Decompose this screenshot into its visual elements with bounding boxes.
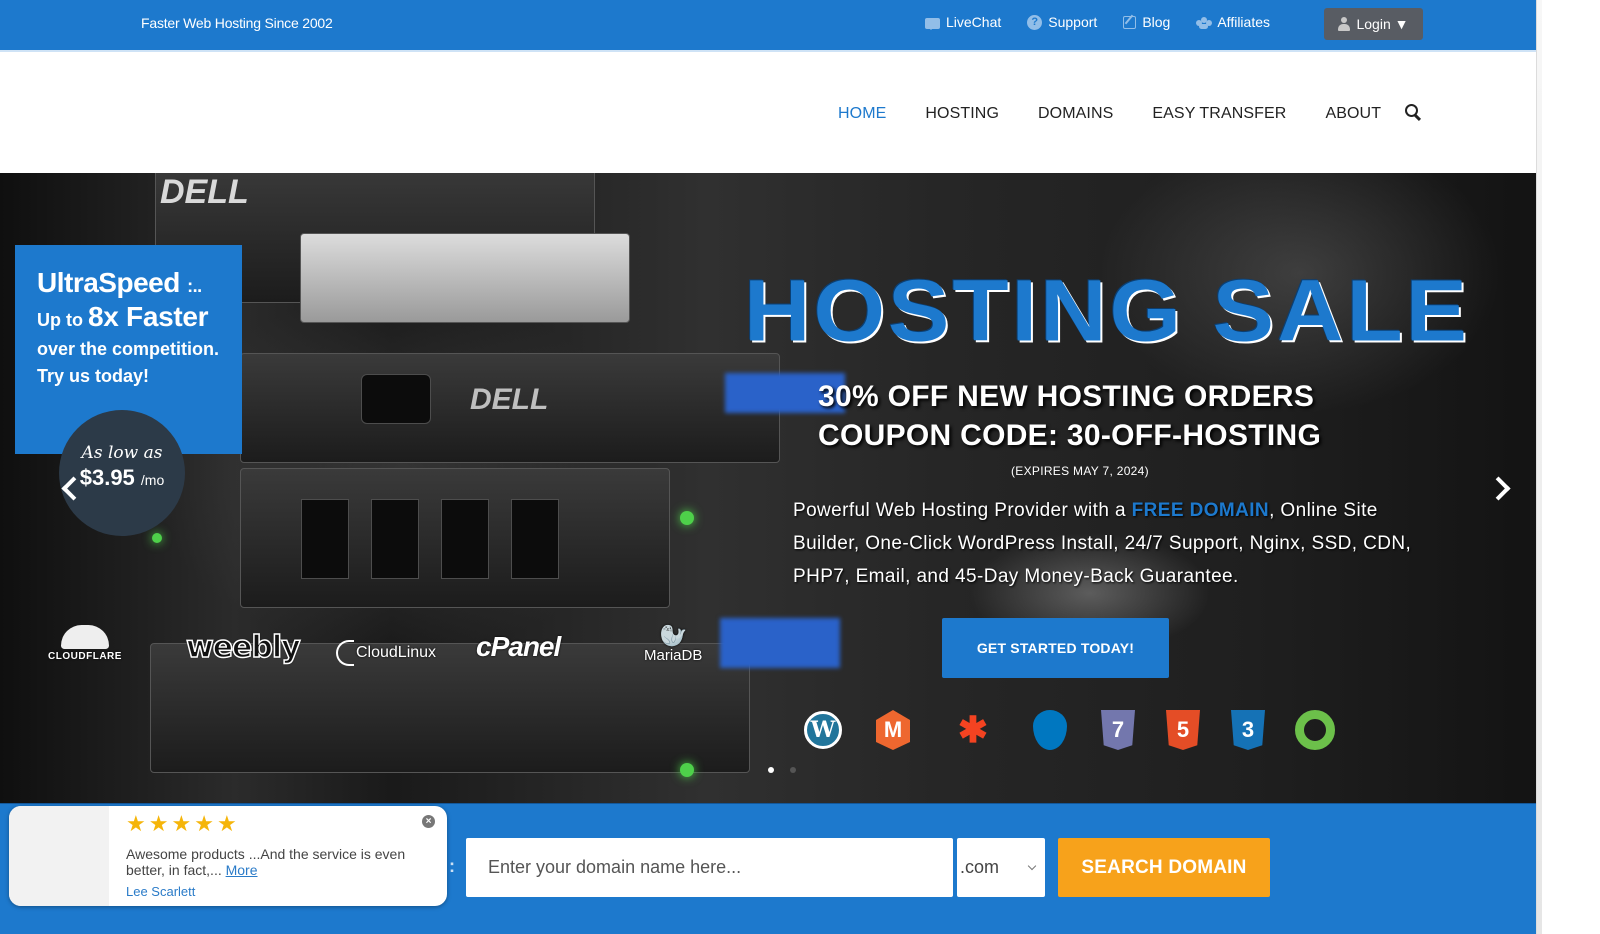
mariadb-logo: 🦭 MariaDB	[644, 623, 703, 665]
wordpress-icon: W	[804, 711, 842, 749]
promo-title-suffix: :..	[187, 276, 202, 296]
reviewer-thumbnail	[9, 806, 109, 906]
subhead-line1: 30% OFF NEW HOSTING ORDERS	[818, 380, 1315, 413]
review-body: Awesome products ...And the service is e…	[126, 846, 406, 878]
login-label: Login ▼	[1356, 16, 1409, 32]
cpanel-logo: cPanel	[476, 631, 561, 662]
review-more-link[interactable]: More	[226, 862, 258, 878]
login-button[interactable]: Login ▼	[1324, 8, 1423, 40]
joomla-icon: ✱	[957, 709, 989, 750]
chat-icon	[925, 17, 940, 30]
weebly-logo: weebly	[185, 629, 301, 666]
page-scrollbar[interactable]	[1536, 0, 1568, 934]
tech-icons: W M ✱ 💧 7 5 3 ◔	[803, 708, 1343, 756]
tld-selected-value: .com	[960, 857, 1000, 877]
slider-dot-2[interactable]	[790, 767, 796, 773]
expires-note: (EXPIRES MAY 7, 2024)	[1011, 464, 1149, 478]
hero-headline: HOSTING SALE	[744, 262, 1471, 360]
close-icon[interactable]: ×	[422, 815, 435, 828]
php7-icon: 7	[1101, 710, 1135, 750]
promo-line2-bold: 8x Faster	[88, 301, 209, 332]
nav-domains[interactable]: DOMAINS	[1038, 105, 1113, 123]
chevron-down-icon	[1027, 861, 1037, 870]
dell-logo: DELL	[160, 173, 249, 211]
status-led	[680, 511, 694, 525]
domain-search-input[interactable]	[466, 838, 953, 897]
livechat-label: LiveChat	[946, 14, 1002, 30]
nav-about[interactable]: ABOUT	[1325, 105, 1381, 123]
price-label: As low as	[81, 443, 163, 463]
status-led	[680, 763, 694, 777]
free-domain-highlight: FREE DOMAIN	[1131, 500, 1270, 521]
drupal-icon: 💧	[1033, 710, 1067, 750]
review-popup: ★ ★ ★ ★ ★ Awesome products ...And the se…	[9, 806, 447, 906]
tagline: Faster Web Hosting Since 2002	[141, 15, 333, 31]
slider-prev-arrow[interactable]	[58, 475, 80, 497]
support-link[interactable]: ? Support	[1027, 14, 1097, 30]
page: Faster Web Hosting Since 2002 LiveChat ?…	[0, 0, 1568, 934]
star-icon: ★	[126, 811, 146, 836]
main-nav: HOME HOSTING DOMAINS EASY TRANSFER ABOUT	[838, 105, 1381, 123]
edit-icon	[1123, 15, 1137, 29]
livechat-link[interactable]: LiveChat	[925, 14, 1001, 30]
html5-icon: 5	[1166, 710, 1200, 750]
top-links: LiveChat ? Support Blog Affiliates	[925, 14, 1270, 30]
search-icon[interactable]	[1405, 104, 1421, 120]
get-started-button[interactable]: GET STARTED TODAY!	[942, 618, 1169, 678]
nav-easy-transfer[interactable]: EASY TRANSFER	[1152, 105, 1286, 123]
affiliates-link[interactable]: Affiliates	[1196, 14, 1270, 30]
slider-next-arrow[interactable]	[1490, 475, 1512, 497]
star-icon: ★	[148, 811, 169, 836]
nav-hosting[interactable]: HOSTING	[925, 105, 999, 123]
support-label: Support	[1048, 14, 1098, 30]
cloudflare-logo: CLOUDFLARE	[45, 625, 125, 662]
price-badge: As low as $3.95 /mo	[59, 410, 185, 536]
cloudlinux-logo: CloudLinux	[336, 640, 436, 666]
seal-icon: 🦭	[659, 623, 687, 648]
search-domain-button[interactable]: SEARCH DOMAIN	[1058, 838, 1270, 897]
status-led	[152, 533, 162, 543]
open-source-icon: ◔	[1295, 710, 1335, 750]
dell-logo: DELL	[470, 383, 549, 416]
price-period: /mo	[140, 472, 165, 488]
star-icon: ★	[194, 811, 214, 836]
subhead-line2: COUPON CODE: 30-OFF-HOSTING	[818, 419, 1322, 452]
nav-home[interactable]: HOME	[838, 105, 886, 123]
main-navbar: HOME HOSTING DOMAINS EASY TRANSFER ABOUT	[0, 50, 1568, 173]
slider-dots	[768, 767, 796, 773]
hero-subhead: 30% OFF NEW HOSTING ORDERS COUPON CODE: …	[818, 377, 1321, 455]
hero-description: Powerful Web Hosting Provider with a FRE…	[793, 494, 1413, 593]
slider-dot-1[interactable]	[768, 767, 774, 773]
star-rating: ★ ★ ★ ★ ★	[126, 813, 237, 835]
blog-link[interactable]: Blog	[1123, 14, 1170, 30]
decor-light	[720, 618, 840, 668]
top-bar: Faster Web Hosting Since 2002 LiveChat ?…	[0, 0, 1568, 50]
star-icon: ★	[171, 811, 192, 836]
cloud-icon	[61, 625, 109, 649]
promo-line2-prefix: Up to	[37, 310, 83, 330]
promo-line4: Try us today!	[37, 366, 150, 386]
user-icon	[1338, 17, 1351, 31]
help-icon: ?	[1027, 14, 1043, 30]
desc-before: Powerful Web Hosting Provider with a	[793, 500, 1132, 521]
blog-label: Blog	[1142, 14, 1171, 30]
server-rack-image	[240, 468, 670, 608]
users-icon	[1196, 15, 1213, 30]
star-icon: ★	[216, 811, 237, 836]
promo-line3: over the competition.	[37, 339, 220, 359]
promo-title: UltraSpeed	[37, 267, 180, 298]
price-amount: $3.95	[79, 465, 135, 490]
hero-slider: DELL DELL UltraSpeed :.. Up to 8x Faster…	[0, 173, 1568, 803]
css3-icon: 3	[1231, 710, 1265, 750]
cloudlinux-icon	[336, 640, 354, 666]
magento-icon: M	[876, 710, 910, 750]
tld-select[interactable]: .com	[957, 838, 1045, 897]
dvd-drive-image	[300, 233, 630, 323]
review-text: Awesome products ...And the service is e…	[126, 846, 426, 878]
scrollbar-thumb[interactable]	[1536, 0, 1542, 934]
affiliates-label: Affiliates	[1217, 14, 1271, 30]
bar-separator: :	[449, 856, 455, 876]
review-author: Lee Scarlett	[126, 884, 196, 899]
